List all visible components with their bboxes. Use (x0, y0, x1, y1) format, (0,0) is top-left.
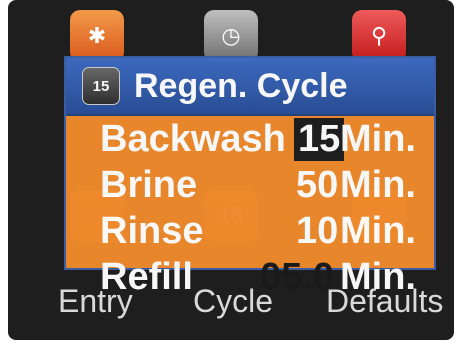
entry-menu-icon[interactable]: ✱ (70, 10, 124, 62)
row-brine[interactable]: Brine 50 Min. (66, 164, 434, 207)
row-backwash[interactable]: Backwash 15 Min. (66, 118, 434, 161)
refill-value[interactable]: 05.0 (260, 256, 334, 299)
brine-unit: Min. (340, 164, 416, 206)
faucet-menu-icon[interactable]: ⚲ (352, 10, 406, 62)
regen-cycle-dialog: 15 Regen. Cycle Backwash 15 Min. Brine 5… (64, 56, 436, 298)
gear-icon: ✱ (87, 23, 107, 48)
dialog-title: Regen. Cycle (134, 66, 348, 105)
row-refill[interactable]: Refill 05.0 Min. (66, 256, 434, 299)
rinse-label: Rinse (100, 210, 204, 252)
backwash-label: Backwash (100, 118, 286, 160)
refill-unit: Min. (340, 256, 416, 298)
dialog-header: 15 Regen. Cycle (66, 58, 434, 116)
refill-label: Refill (100, 256, 193, 298)
faucet-icon: ⚲ (370, 23, 388, 48)
device-screen: ✱ ◷ ⚲ 15 Entry Cycle Defaults 15 Regen. … (8, 0, 454, 340)
row-rinse[interactable]: Rinse 10 Min. (66, 210, 434, 253)
brine-label: Brine (100, 164, 198, 206)
rinse-unit: Min. (340, 210, 416, 252)
clock-menu-icon[interactable]: ◷ (204, 10, 258, 62)
brine-value[interactable]: 50 (296, 164, 338, 207)
header-icon-number: 15 (92, 77, 110, 95)
clock-icon: ◷ (221, 23, 241, 48)
backwash-value[interactable]: 15 (294, 118, 345, 161)
regen-cycle-header-icon: 15 (82, 67, 120, 105)
rinse-value[interactable]: 10 (296, 210, 338, 253)
backwash-unit: Min. (340, 118, 416, 160)
